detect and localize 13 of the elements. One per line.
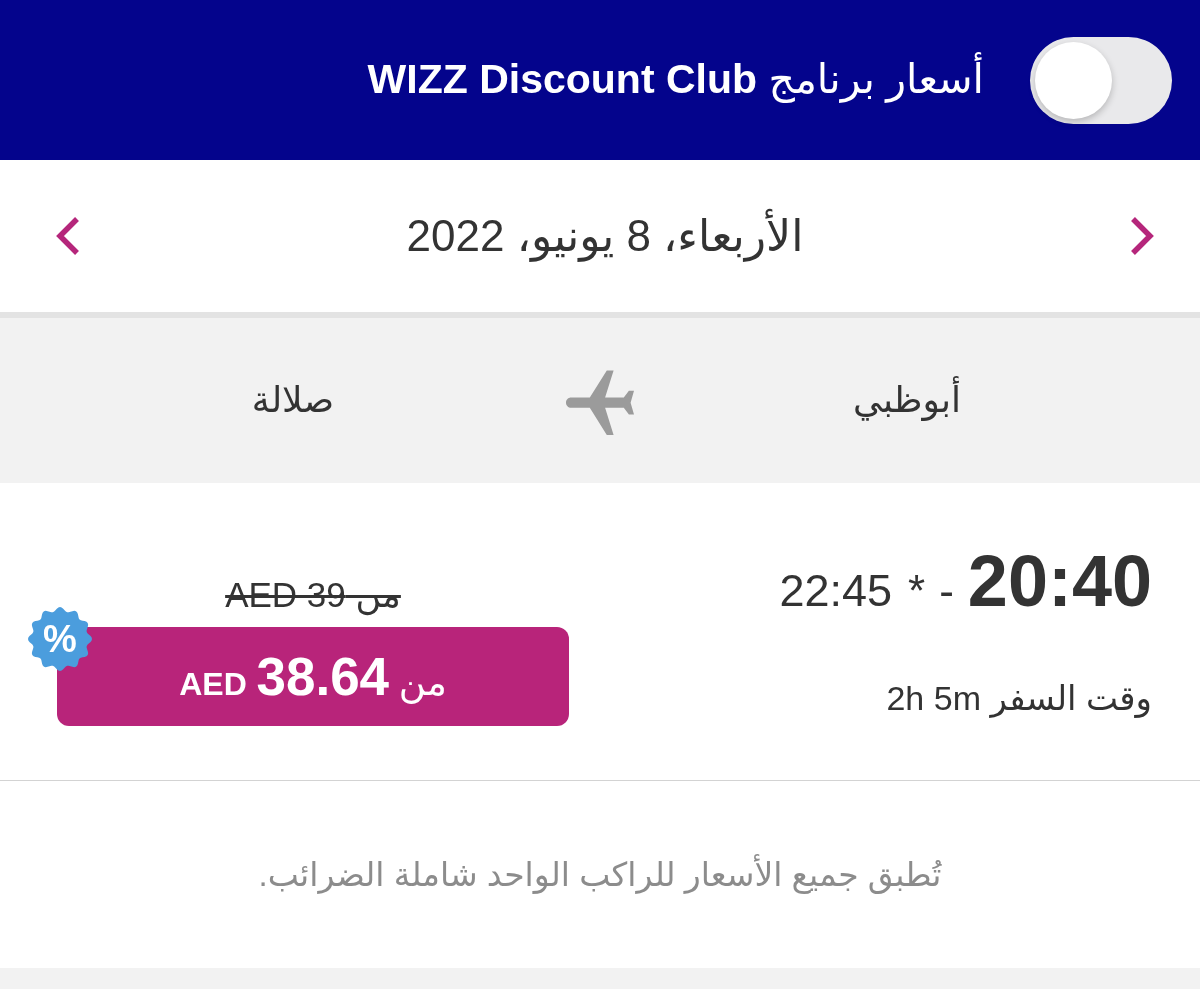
arrival-mark: * (908, 569, 926, 613)
chevron-right-icon (1129, 216, 1155, 256)
right-arrow-button[interactable] (1129, 216, 1155, 256)
left-arrow-button[interactable] (55, 216, 81, 256)
discount-badge: % (28, 607, 92, 671)
time-separator: - (939, 569, 954, 613)
date-text: الأربعاء، 8 يونيو، 2022 (406, 209, 804, 263)
origin-city: أبوظبي (852, 377, 962, 424)
destination-city: صلالة (251, 378, 335, 423)
tax-note: تُطبق جميع الأسعار للراكب الواحد شاملة الضرائب. (258, 855, 942, 894)
departure-time: 20:40 (967, 545, 1152, 617)
arrival-time: 22:45 (779, 568, 893, 613)
chevron-left-icon (55, 216, 81, 256)
